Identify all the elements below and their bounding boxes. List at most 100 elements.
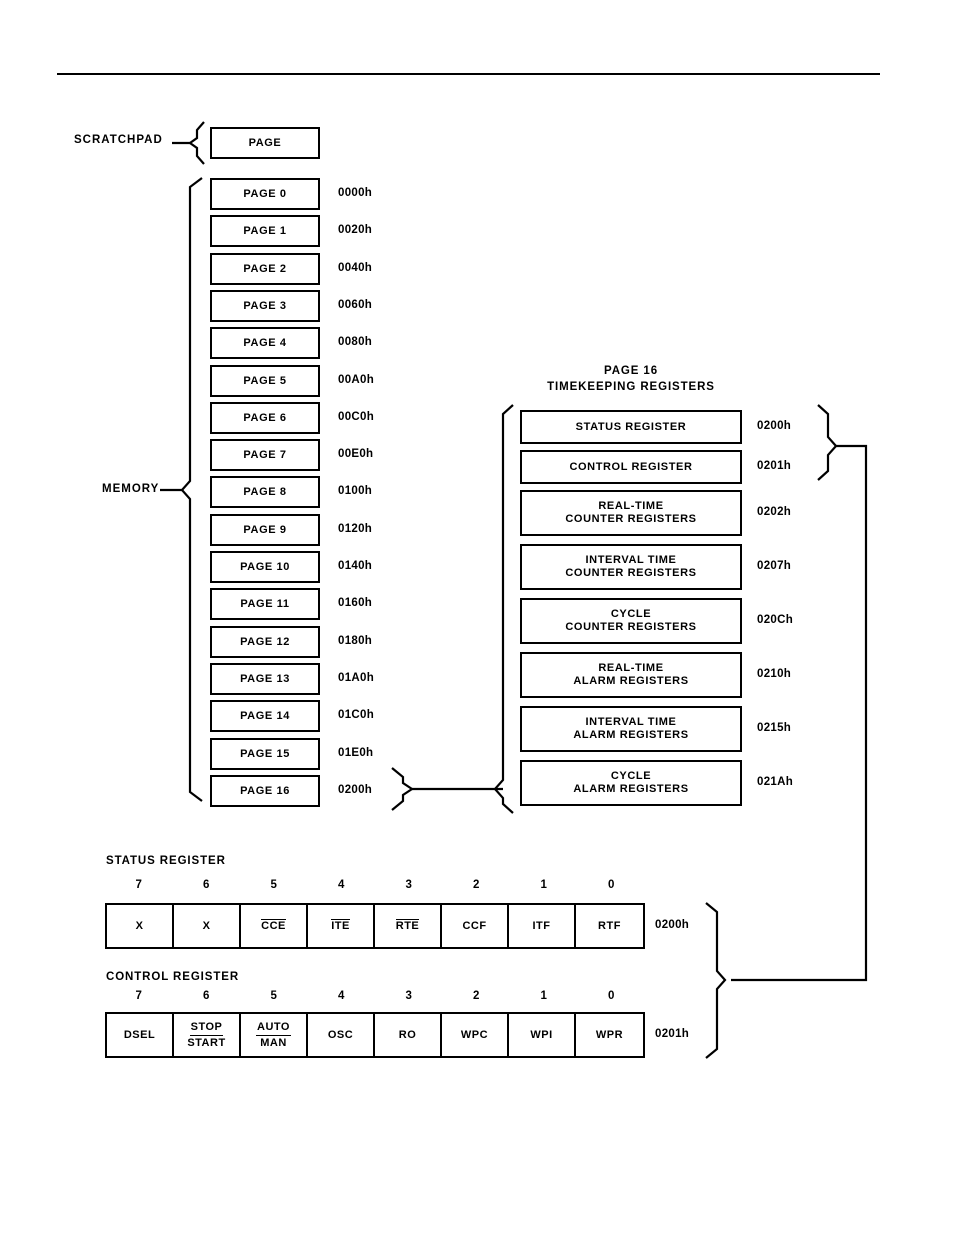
memory-page-label: PAGE 13 — [240, 672, 290, 685]
control-register-bit-cell: WPC — [442, 1014, 509, 1056]
control-register-bit-number: 2 — [473, 990, 480, 1002]
status-register-bit-cell: RTF — [576, 905, 643, 947]
memory-page-box: PAGE 2 — [210, 253, 320, 285]
status-register-bit-cell: X — [107, 905, 174, 947]
status-register-bit-table: X X CCE ITE RTE CCF ITF RTF — [105, 903, 645, 949]
timekeeping-register-label-line2: COUNTER REGISTERS — [565, 621, 697, 633]
scratchpad-brace — [188, 121, 205, 165]
header-rule — [57, 73, 880, 75]
memory-page-box: PAGE 10 — [210, 551, 320, 583]
memory-page-label: PAGE 5 — [243, 374, 287, 387]
control-register-bit-label: AUTO — [256, 1021, 291, 1036]
status-register-bit-cell: X — [174, 905, 241, 947]
memory-page-address: 01A0h — [338, 672, 375, 684]
memory-page-box: PAGE 4 — [210, 327, 320, 359]
timekeeping-register-box: CYCLE ALARM REGISTERS — [520, 760, 742, 806]
memory-page-label: PAGE 12 — [240, 635, 290, 648]
memory-page-box: PAGE 13 — [210, 663, 320, 695]
control-register-bit-label-secondary: START — [187, 1036, 226, 1049]
timekeeping-register-box: STATUS REGISTER — [520, 410, 742, 444]
status-register-bit-number: 1 — [540, 879, 547, 891]
control-register-bit-number: 1 — [540, 990, 547, 1002]
control-register-bit-label: DSEL — [123, 1028, 156, 1041]
status-register-bit-number: 2 — [473, 879, 480, 891]
memory-page-box: PAGE 5 — [210, 365, 320, 397]
control-register-bit-label: WPR — [595, 1028, 624, 1041]
status-register-bit-label: CCF — [462, 919, 487, 932]
diagram-page: SCRATCHPAD PAGE MEMORY PAGE 0 0000h PAGE 1… — [0, 0, 954, 1235]
timekeeping-register-box: CYCLE COUNTER REGISTERS — [520, 598, 742, 644]
timekeeping-register-address: 0207h — [757, 560, 792, 572]
timekeeping-register-box: REAL-TIME ALARM REGISTERS — [520, 652, 742, 698]
timekeeping-register-box: CONTROL REGISTER — [520, 450, 742, 484]
memory-page-address: 00A0h — [338, 374, 375, 386]
status-register-bit-label: X — [135, 919, 144, 932]
scratchpad-page-box: PAGE — [210, 127, 320, 159]
memory-page-label: PAGE 3 — [243, 299, 287, 312]
status-register-bit-label: X — [202, 919, 211, 932]
status-register-bit-cell: RTE — [375, 905, 442, 947]
control-register-bit-cell: STOP START — [174, 1014, 241, 1056]
memory-page-box: PAGE 1 — [210, 215, 320, 247]
memory-page-box: PAGE 12 — [210, 626, 320, 658]
memory-page-address: 00E0h — [338, 448, 374, 460]
status-register-bit-cell: ITE — [308, 905, 375, 947]
timekeeping-status-control-brace — [817, 404, 838, 481]
control-register-bit-number: 6 — [203, 990, 210, 1002]
control-register-bit-number: 0 — [608, 990, 615, 1002]
timekeeping-register-label-line2: ALARM REGISTERS — [573, 729, 689, 741]
memory-page-address: 01C0h — [338, 709, 375, 721]
timekeeping-register-label-line1: CYCLE — [610, 770, 652, 783]
timekeeping-register-label-line1: CYCLE — [610, 608, 652, 621]
memory-page-label: PAGE 0 — [243, 187, 287, 200]
status-register-bit-cell: CCF — [442, 905, 509, 947]
control-register-bit-label: WPI — [530, 1028, 553, 1041]
control-register-bit-number: 7 — [135, 990, 142, 1002]
memory-page-label: PAGE 1 — [243, 224, 287, 237]
memory-page-address: 0040h — [338, 262, 373, 274]
control-register-bit-label: STOP — [189, 1021, 224, 1036]
page16-brace — [391, 767, 414, 811]
status-register-bit-number: 6 — [203, 879, 210, 891]
control-register-caption: CONTROL REGISTER — [106, 971, 240, 983]
control-register-bit-cell: DSEL — [107, 1014, 174, 1056]
register-detail-connector — [731, 444, 868, 982]
status-register-bit-label: CCE — [261, 919, 286, 933]
control-register-bit-cell: RO — [375, 1014, 442, 1056]
status-register-bit-label: RTE — [395, 919, 420, 933]
timekeeping-register-box: REAL-TIME COUNTER REGISTERS — [520, 490, 742, 536]
control-register-bit-cell: WPR — [576, 1014, 643, 1056]
scratchpad-group-label: SCRATCHPAD — [74, 134, 163, 146]
memory-page-address: 0080h — [338, 336, 373, 348]
memory-page-box: PAGE 6 — [210, 402, 320, 434]
status-register-bit-label: ITE — [331, 919, 350, 933]
control-register-bit-cell: OSC — [308, 1014, 375, 1056]
memory-page-box: PAGE 11 — [210, 588, 320, 620]
memory-page-label: PAGE 4 — [243, 336, 287, 349]
memory-page-address: 0140h — [338, 560, 373, 572]
status-register-bit-number: 7 — [135, 879, 142, 891]
timekeeping-register-label-line1: CONTROL REGISTER — [569, 460, 693, 473]
memory-page-label: PAGE 11 — [240, 597, 290, 610]
memory-page-address: 0160h — [338, 597, 373, 609]
memory-page-address: 0060h — [338, 299, 373, 311]
memory-page-label: PAGE 15 — [240, 747, 290, 760]
status-register-address: 0200h — [655, 919, 690, 931]
memory-page-address: 0200h — [338, 784, 373, 796]
timekeeping-register-address: 0200h — [757, 420, 792, 432]
control-register-bit-numbers: 7 6 5 4 3 2 1 0 — [105, 990, 645, 1002]
timekeeping-register-label-line1: REAL-TIME — [598, 662, 664, 675]
timekeeping-register-address: 0210h — [757, 668, 792, 680]
control-register-bit-label: OSC — [327, 1028, 354, 1041]
memory-page-label: PAGE 6 — [243, 411, 287, 424]
control-register-bit-number: 4 — [338, 990, 345, 1002]
control-register-bit-label: RO — [398, 1028, 417, 1041]
control-register-bit-number: 5 — [270, 990, 277, 1002]
status-register-caption: STATUS REGISTER — [106, 855, 226, 867]
bit-tables-brace — [705, 902, 727, 1059]
timekeeping-register-label-line1: INTERVAL TIME — [585, 554, 677, 567]
control-register-bit-fraction: AUTO MAN — [256, 1021, 291, 1049]
timekeeping-register-label-line1: STATUS REGISTER — [575, 420, 687, 433]
memory-group-label: MEMORY — [102, 483, 160, 495]
timekeeping-title-line2: TIMEKEEPING REGISTERS — [547, 380, 715, 393]
